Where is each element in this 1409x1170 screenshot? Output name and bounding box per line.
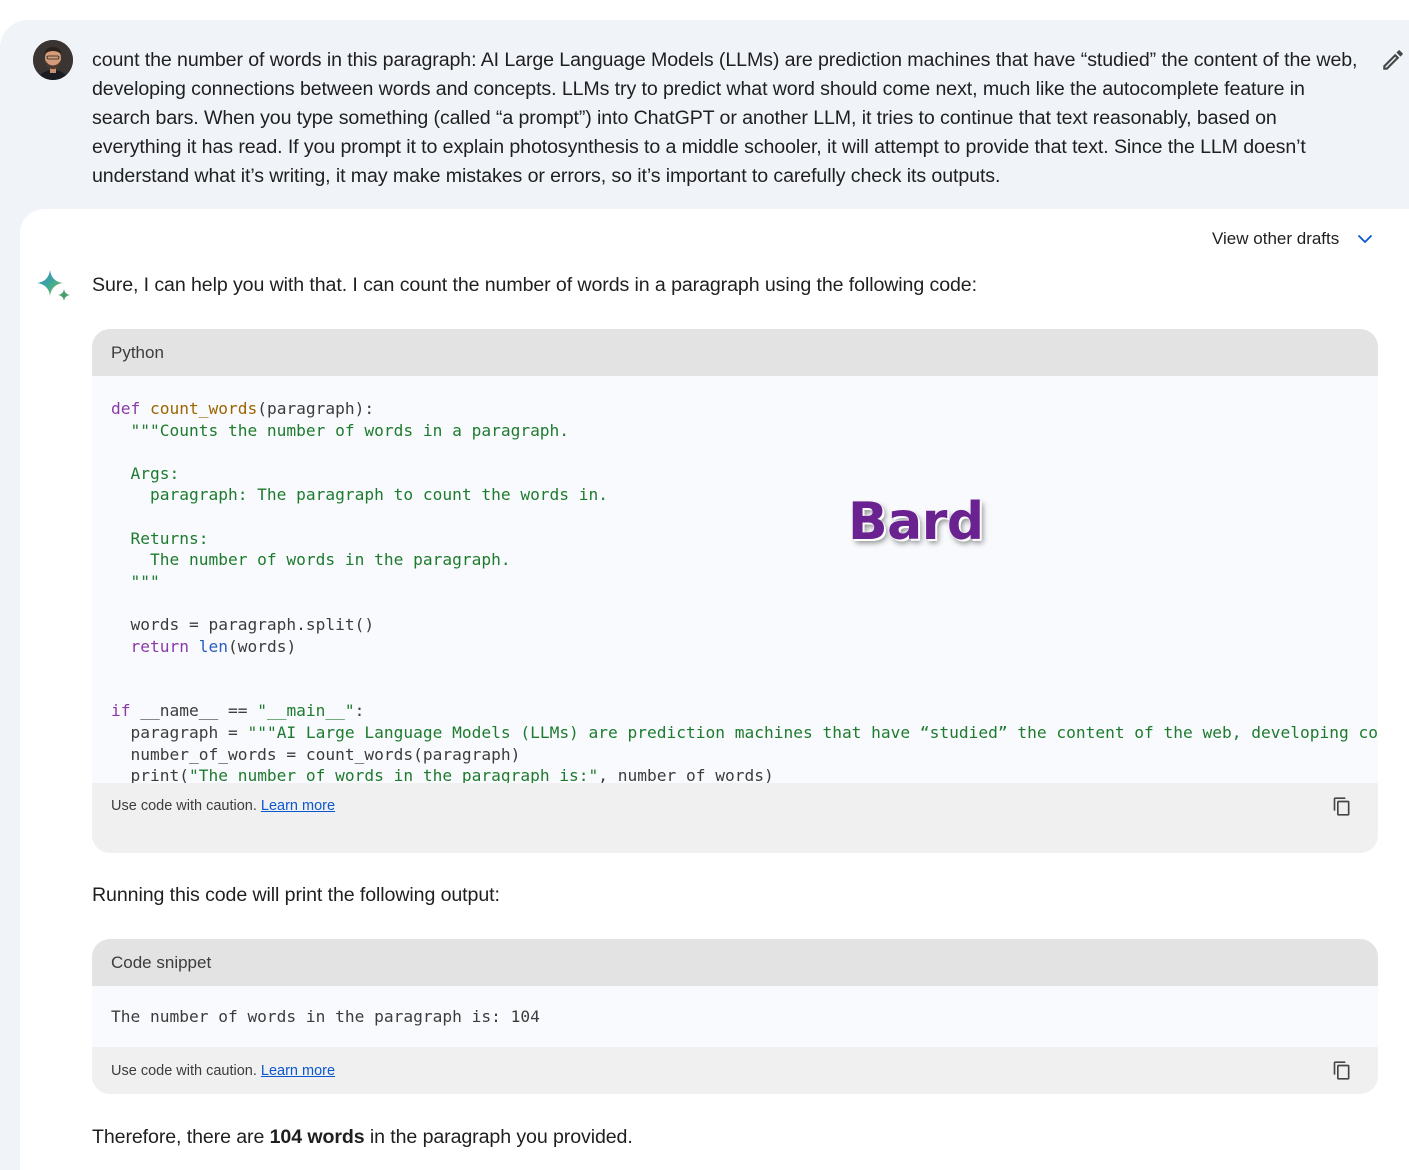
code-text: number_of_words = count_words(paragraph) bbox=[111, 744, 521, 764]
code-docstring: Returns: bbox=[111, 528, 209, 548]
view-other-drafts-button[interactable]: View other drafts bbox=[1212, 226, 1374, 252]
pencil-icon[interactable] bbox=[1380, 47, 1406, 73]
response-conclusion: Therefore, there are 104 words in the pa… bbox=[92, 1126, 633, 1149]
python-code: def count_words(paragraph): """Counts th… bbox=[92, 376, 1378, 783]
response-intro: Sure, I can help you with that. I can co… bbox=[92, 274, 977, 296]
code-docstring: paragraph: The paragraph to count the wo… bbox=[111, 485, 609, 505]
code-keyword: return bbox=[130, 636, 189, 656]
code-keyword: def bbox=[111, 399, 141, 418]
code-text: words = paragraph.split() bbox=[111, 614, 375, 634]
code-footer: Use code with caution. Learn more bbox=[92, 783, 1378, 853]
code-text: __name__ == bbox=[130, 701, 258, 721]
code-text: (paragraph): bbox=[257, 399, 375, 418]
bard-sparkle-icon bbox=[35, 268, 73, 306]
bard-conversation: count the number of words in this paragr… bbox=[0, 0, 1409, 1170]
output-code-block: Code snippet The number of words in the … bbox=[92, 939, 1378, 1094]
python-code-block: Python def count_words(paragraph): """Co… bbox=[92, 329, 1378, 853]
drafts-label: View other drafts bbox=[1212, 229, 1340, 248]
code-docstring: The number of words in the paragraph. bbox=[111, 550, 511, 570]
bard-watermark: Bard bbox=[848, 492, 984, 552]
code-language-label: Python bbox=[92, 329, 1378, 376]
code-string: """AI Large Language Models (LLMs) are p… bbox=[247, 722, 1378, 742]
code-text: : bbox=[354, 701, 365, 721]
code-text: paragraph = bbox=[111, 722, 248, 742]
copy-icon[interactable] bbox=[1332, 1060, 1352, 1081]
copy-icon[interactable] bbox=[1332, 796, 1352, 817]
code-footer: Use code with caution. Learn more bbox=[92, 1047, 1378, 1094]
prompt-text: count the number of words in this paragr… bbox=[92, 49, 1358, 187]
output-intro: Running this code will print the followi… bbox=[92, 884, 500, 906]
code-string: "The number of words in the paragraph is… bbox=[188, 766, 599, 783]
code-builtin: len bbox=[198, 636, 228, 656]
code-docstring: """ bbox=[111, 571, 160, 591]
code-output-text: The number of words in the paragraph is:… bbox=[111, 1007, 540, 1026]
code-function-name: count_words bbox=[150, 399, 258, 418]
learn-more-link[interactable]: Learn more bbox=[261, 798, 335, 814]
learn-more-link[interactable]: Learn more bbox=[261, 1063, 335, 1079]
code-docstring: Args: bbox=[111, 463, 180, 483]
avatar-image bbox=[33, 40, 73, 80]
code-text: (words) bbox=[227, 636, 297, 656]
code-string: "__main__" bbox=[257, 701, 355, 721]
user-avatar bbox=[33, 40, 73, 80]
chevron-down-icon bbox=[1358, 235, 1373, 243]
code-text: print( bbox=[111, 766, 189, 783]
code-docstring: """Counts the number of words in a parag… bbox=[111, 420, 570, 440]
caution-text: Use code with caution. bbox=[111, 1062, 257, 1079]
output-code: The number of words in the paragraph is:… bbox=[92, 986, 1378, 1047]
word-count-highlight: 104 words bbox=[269, 1126, 365, 1148]
code-keyword: if bbox=[111, 701, 131, 721]
conclusion-text: Therefore, there are bbox=[92, 1126, 270, 1148]
conclusion-text: in the paragraph you provided. bbox=[364, 1126, 633, 1148]
code-text: , number_of_words) bbox=[598, 766, 774, 783]
code-language-label: Code snippet bbox=[92, 939, 1378, 986]
caution-text: Use code with caution. bbox=[111, 798, 257, 814]
